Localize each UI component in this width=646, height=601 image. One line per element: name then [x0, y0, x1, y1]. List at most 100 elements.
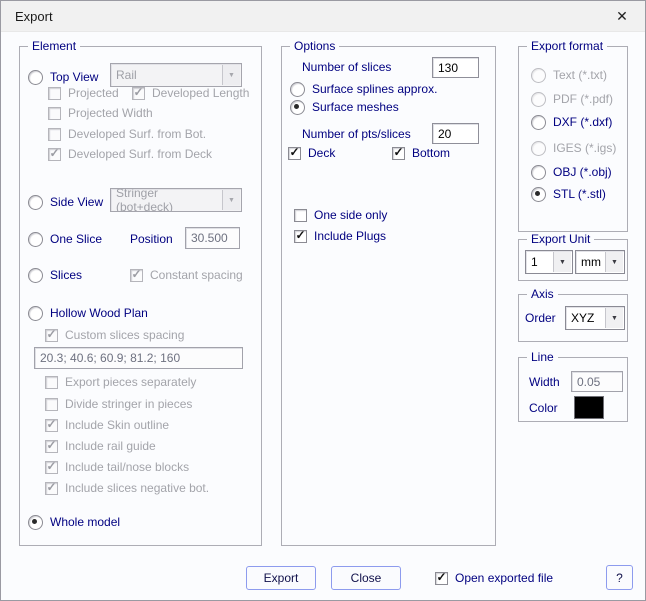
help-button-label: ?	[616, 571, 623, 585]
unit-scale-dropdown[interactable]: 1 ▼	[525, 250, 573, 274]
hollow-wood-plan-row: Hollow Wood Plan	[28, 305, 148, 321]
checkmark-icon: ✓	[131, 268, 141, 280]
line-color-label-row: Color	[529, 400, 558, 416]
axis-group-title: Axis	[527, 287, 558, 301]
developed-surf-bot-row: Developed Surf. from Bot.	[48, 126, 206, 142]
axis-group: Axis Order XYZ ▼	[518, 294, 628, 342]
export-button[interactable]: Export	[246, 566, 316, 590]
export-pieces-checkbox	[45, 376, 58, 389]
divide-stringer-checkbox	[45, 398, 58, 411]
developed-surf-bot-label: Developed Surf. from Bot.	[68, 127, 206, 141]
surface-splines-radio[interactable]	[290, 82, 305, 97]
checkmark-icon: ✓	[289, 146, 299, 158]
format-dxf-label: DXF (*.dxf)	[553, 115, 612, 129]
format-stl-label: STL (*.stl)	[553, 187, 606, 201]
close-button[interactable]: ✕	[599, 1, 645, 31]
custom-spacing-input	[34, 347, 243, 369]
num-slices-input[interactable]	[432, 57, 479, 78]
projected-width-row: Projected Width	[48, 105, 153, 121]
include-rail-row: ✓ Include rail guide	[45, 438, 156, 454]
export-unit-group-title: Export Unit	[527, 232, 594, 246]
chevron-down-icon: ▼	[553, 252, 571, 272]
slices-radio[interactable]	[28, 268, 43, 283]
constant-spacing-row: ✓ Constant spacing	[130, 267, 243, 283]
surface-splines-label: Surface splines approx.	[312, 82, 437, 96]
element-group-title: Element	[28, 39, 80, 53]
projected-label: Projected	[68, 86, 119, 100]
divide-stringer-label: Divide stringer in pieces	[65, 397, 192, 411]
format-iges-row: IGES (*.igs)	[531, 140, 616, 156]
position-label-row: Position	[130, 231, 173, 247]
close-dialog-button[interactable]: Close	[331, 566, 401, 590]
include-rail-checkbox: ✓	[45, 440, 58, 453]
axis-order-dropdown[interactable]: XYZ ▼	[565, 306, 625, 330]
axis-order-label: Order	[525, 311, 556, 325]
slices-label: Slices	[50, 268, 82, 282]
constant-spacing-label: Constant spacing	[150, 268, 243, 282]
window-title: Export	[15, 9, 53, 24]
surface-meshes-radio[interactable]	[290, 100, 305, 115]
include-plugs-checkbox[interactable]: ✓	[294, 230, 307, 243]
whole-model-row: Whole model	[28, 514, 120, 530]
surface-meshes-label: Surface meshes	[312, 100, 399, 114]
hollow-wood-plan-radio[interactable]	[28, 306, 43, 321]
line-width-label: Width	[529, 375, 560, 389]
one-side-label: One side only	[314, 208, 387, 222]
deck-checkbox[interactable]: ✓	[288, 147, 301, 160]
axis-order-value: XYZ	[566, 307, 604, 329]
include-skin-row: ✓ Include Skin outline	[45, 417, 169, 433]
num-slices-label-row: Number of slices	[302, 59, 391, 75]
format-obj-radio[interactable]	[531, 165, 546, 180]
position-input	[185, 227, 240, 249]
axis-order-label-row: Order	[525, 310, 556, 326]
help-button[interactable]: ?	[606, 565, 633, 590]
top-view-radio[interactable]	[28, 70, 43, 85]
checkmark-icon: ✓	[436, 571, 446, 583]
include-skin-checkbox: ✓	[45, 419, 58, 432]
line-width-input	[571, 371, 623, 392]
num-pts-label-row: Number of pts/slices	[302, 126, 411, 142]
top-view-label: Top View	[50, 70, 98, 84]
format-text-label: Text (*.txt)	[553, 68, 607, 82]
include-slices-neg-row: ✓ Include slices negative bot.	[45, 480, 209, 496]
checkmark-icon: ✓	[133, 86, 143, 98]
unit-value: mm	[576, 251, 604, 273]
close-button-label: Close	[351, 571, 382, 585]
open-exported-label: Open exported file	[455, 571, 553, 585]
custom-spacing-checkbox: ✓	[45, 329, 58, 342]
bottom-checkbox[interactable]: ✓	[392, 147, 405, 160]
checkmark-icon: ✓	[295, 229, 305, 241]
one-slice-label: One Slice	[50, 232, 102, 246]
open-exported-checkbox[interactable]: ✓	[435, 572, 448, 585]
line-color-swatch[interactable]	[574, 396, 604, 419]
line-width-label-row: Width	[529, 374, 560, 390]
side-view-radio[interactable]	[28, 195, 43, 210]
position-label: Position	[130, 232, 173, 246]
chevron-down-icon: ▼	[605, 308, 623, 328]
side-view-label: Side View	[50, 195, 103, 209]
projected-row: Projected	[48, 85, 119, 101]
dialog-body: Element Top View Rail ▼ Projected ✓ Deve…	[1, 32, 645, 601]
side-view-dropdown: Stringer (bot+deck) ▼	[110, 188, 242, 212]
unit-dropdown[interactable]: mm ▼	[575, 250, 625, 274]
whole-model-radio[interactable]	[28, 515, 43, 530]
one-slice-radio[interactable]	[28, 232, 43, 247]
custom-spacing-label: Custom slices spacing	[65, 328, 184, 342]
chevron-down-icon: ▼	[222, 65, 240, 85]
format-iges-radio	[531, 141, 546, 156]
custom-spacing-row: ✓ Custom slices spacing	[45, 327, 184, 343]
unit-scale-value: 1	[526, 251, 552, 273]
top-view-dropdown-value: Rail	[111, 64, 221, 86]
include-plugs-label: Include Plugs	[314, 229, 386, 243]
num-pts-input[interactable]	[432, 123, 479, 144]
element-group: Element Top View Rail ▼ Projected ✓ Deve…	[19, 46, 262, 546]
open-exported-row: ✓ Open exported file	[435, 570, 553, 586]
one-side-checkbox[interactable]	[294, 209, 307, 222]
developed-length-label: Developed Length	[152, 86, 249, 100]
export-unit-group: Export Unit 1 ▼ mm ▼	[518, 239, 628, 281]
format-dxf-radio[interactable]	[531, 115, 546, 130]
export-pieces-row: Export pieces separately	[45, 374, 196, 390]
projected-width-label: Projected Width	[68, 106, 153, 120]
format-stl-radio[interactable]	[531, 187, 546, 202]
side-view-dropdown-value: Stringer (bot+deck)	[111, 189, 221, 211]
